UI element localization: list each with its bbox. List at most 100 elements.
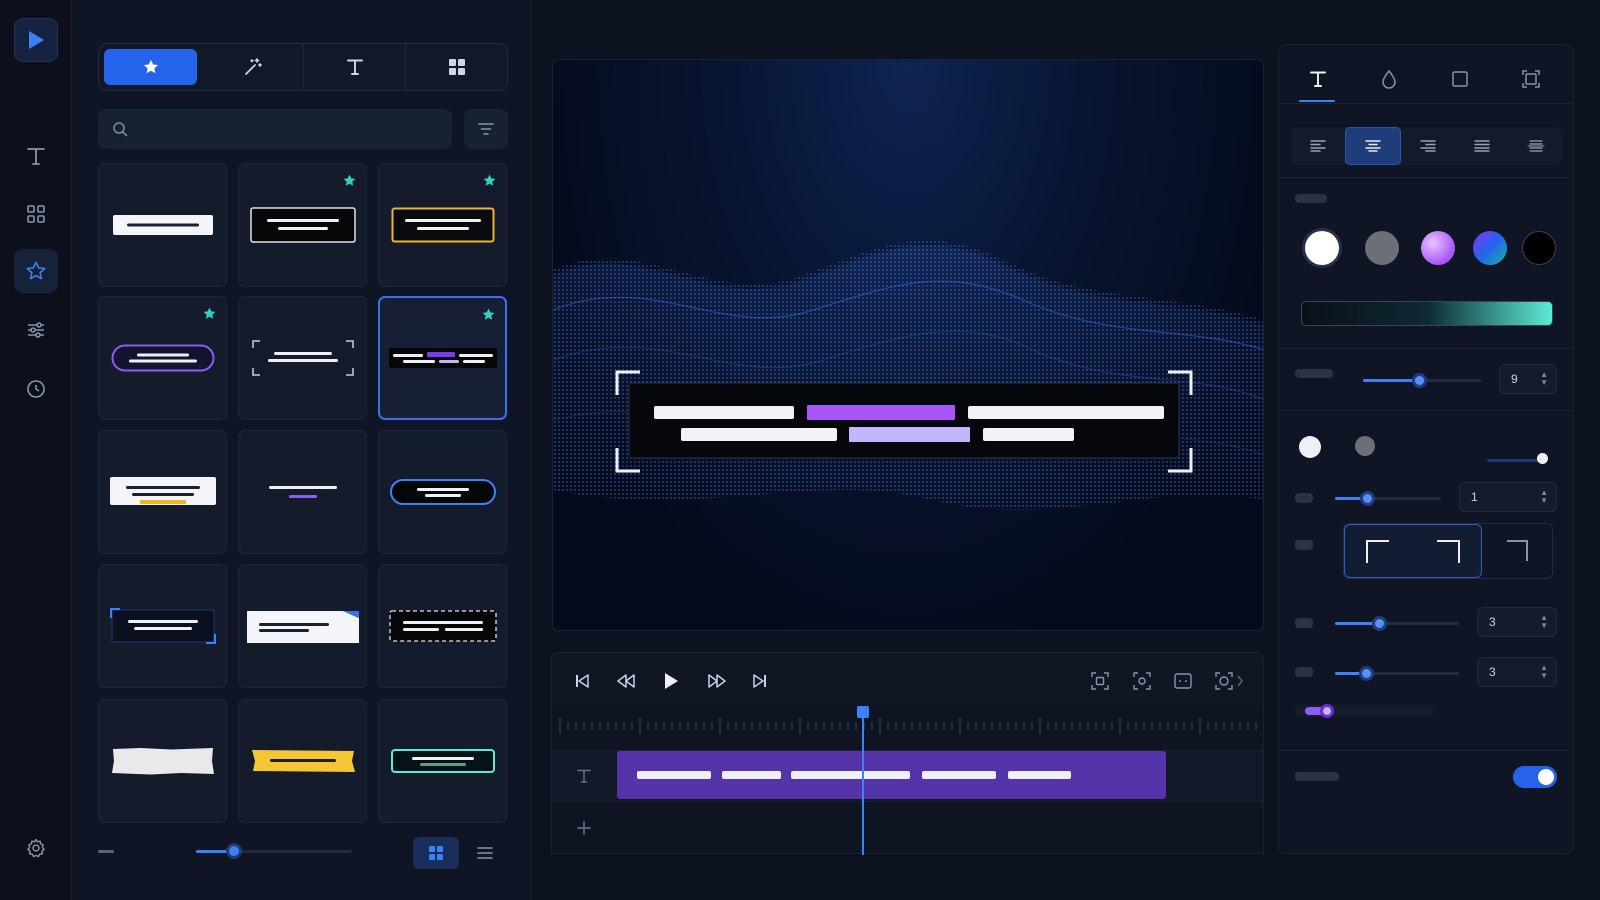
template-card-minimal-line[interactable] xyxy=(238,430,367,554)
grid-tool-icon[interactable] xyxy=(14,192,58,236)
timeline-ruler[interactable] xyxy=(551,708,1265,750)
swatch-gray[interactable] xyxy=(1365,231,1399,265)
lower-third-title[interactable] xyxy=(615,370,1193,473)
thumbnail-zoom-handle[interactable] xyxy=(226,843,242,859)
star-icon xyxy=(143,59,158,74)
template-card-selected-highlight[interactable] xyxy=(378,296,507,420)
animate-toggle[interactable] xyxy=(1513,766,1557,788)
stroke-width-field[interactable]: 1 ▲ ▼ xyxy=(1459,482,1557,512)
clock-tool-icon[interactable] xyxy=(14,367,58,411)
template-card-bracket-frame[interactable] xyxy=(238,296,367,420)
skip-to-end-icon[interactable] xyxy=(746,667,774,695)
filter-button[interactable] xyxy=(464,109,508,149)
fit-frame-icon[interactable] xyxy=(1128,667,1156,695)
text-clip[interactable] xyxy=(617,751,1166,799)
empty-track[interactable] xyxy=(551,802,1264,854)
play-logo-icon[interactable] xyxy=(14,18,58,62)
template-card-purple-pill[interactable] xyxy=(98,296,227,420)
corner-style-brackets[interactable] xyxy=(1344,524,1482,578)
plus-icon xyxy=(577,821,591,835)
inspector-tab-fill[interactable] xyxy=(1371,61,1407,97)
inspector-tab-shape[interactable] xyxy=(1442,61,1478,97)
fast-forward-icon[interactable] xyxy=(703,667,731,695)
stepper-arrows-icon[interactable]: ▲ ▼ xyxy=(1540,614,1548,630)
padding-value-field[interactable]: 3 ▲ ▼ xyxy=(1477,657,1557,687)
stepper-arrows-icon[interactable]: ▲ ▼ xyxy=(1540,371,1548,387)
align-left-icon xyxy=(1310,140,1326,152)
template-card-paper-strip[interactable] xyxy=(98,699,227,823)
stepper-arrows-icon[interactable]: ▲ ▼ xyxy=(1540,664,1548,680)
settings-gear-icon[interactable] xyxy=(14,826,58,870)
favorite-star-icon[interactable] xyxy=(342,173,357,188)
snapshot-icon[interactable] xyxy=(1086,667,1114,695)
inspector-panel: 9 ▲ ▼ 1 ▲ ▼ 3 ▲ ▼ 3 ▲ ▼ xyxy=(1278,44,1574,854)
tab-effects[interactable] xyxy=(202,44,304,90)
template-card-black-box[interactable] xyxy=(238,163,367,287)
intensity-slider-handle[interactable] xyxy=(1320,704,1334,718)
dark-dot-option[interactable] xyxy=(1355,436,1375,456)
swatch-gradient[interactable] xyxy=(1473,231,1507,265)
zoom-out-icon[interactable] xyxy=(98,850,114,853)
spacing-slider-handle[interactable] xyxy=(1372,616,1387,631)
light-dot-option[interactable] xyxy=(1299,436,1321,458)
play-button[interactable] xyxy=(657,667,685,695)
align-left-button[interactable] xyxy=(1291,127,1345,165)
text-wrap-button[interactable] xyxy=(1509,127,1563,165)
corner-style-single[interactable] xyxy=(1482,524,1552,578)
skip-to-start-icon[interactable] xyxy=(568,667,596,695)
align-center-button[interactable] xyxy=(1345,127,1401,165)
swatch-black[interactable] xyxy=(1522,231,1556,265)
video-preview[interactable] xyxy=(552,59,1264,631)
animate-label xyxy=(1295,772,1339,781)
padding-slider-handle[interactable] xyxy=(1359,666,1374,681)
playhead-handle[interactable] xyxy=(857,706,869,718)
playhead[interactable] xyxy=(862,710,864,855)
list-icon xyxy=(477,847,493,859)
sliders-tool-icon[interactable] xyxy=(14,308,58,352)
template-search[interactable] xyxy=(98,109,452,149)
tab-favorites[interactable] xyxy=(104,49,197,85)
chevron-right-icon[interactable] xyxy=(1232,667,1248,695)
aspect-ratio-icon[interactable] xyxy=(1169,667,1197,695)
template-card-white-bar[interactable] xyxy=(98,163,227,287)
swatch-purple[interactable] xyxy=(1421,231,1455,265)
spacing-value-field[interactable]: 3 ▲ ▼ xyxy=(1477,607,1557,637)
favorites-tool-icon[interactable] xyxy=(14,249,58,293)
template-card-glow-pill[interactable] xyxy=(378,430,507,554)
template-card-dashed-frame[interactable] xyxy=(378,564,507,688)
grid-view-button[interactable] xyxy=(413,837,459,869)
align-justify-button[interactable] xyxy=(1455,127,1509,165)
favorite-star-icon[interactable] xyxy=(482,173,497,188)
template-card-gold-box[interactable] xyxy=(378,163,507,287)
shadow-value-field[interactable]: 9 ▲ ▼ xyxy=(1499,364,1557,394)
text-tool-icon[interactable] xyxy=(14,134,58,178)
search-input[interactable] xyxy=(138,121,438,137)
stroke-width-handle[interactable] xyxy=(1360,491,1375,506)
swatch-white[interactable] xyxy=(1305,231,1339,265)
opacity-slider-handle[interactable] xyxy=(1537,453,1548,464)
gradient-bar[interactable] xyxy=(1301,301,1553,326)
template-card-white-gold-underline[interactable] xyxy=(98,430,227,554)
favorite-star-icon[interactable] xyxy=(481,307,496,322)
stepper-arrows-icon[interactable]: ▲ ▼ xyxy=(1540,489,1548,505)
tab-text[interactable] xyxy=(304,44,406,90)
template-card-yellow-highlighter[interactable] xyxy=(238,699,367,823)
shadow-slider-handle[interactable] xyxy=(1412,373,1427,388)
magic-wand-icon xyxy=(244,58,262,75)
shadow-value: 9 xyxy=(1511,372,1518,386)
rewind-icon[interactable] xyxy=(612,667,640,695)
add-track-button[interactable] xyxy=(552,802,616,854)
clip-text-segment xyxy=(722,771,781,779)
template-card-white-tab[interactable] xyxy=(238,564,367,688)
tab-layouts[interactable] xyxy=(406,44,507,90)
particle-wave-background xyxy=(553,60,1263,630)
stroke-label xyxy=(1295,493,1313,503)
shadow-label xyxy=(1295,369,1333,378)
list-view-button[interactable] xyxy=(462,837,508,869)
template-card-neon-cyan[interactable] xyxy=(378,699,507,823)
align-right-button[interactable] xyxy=(1401,127,1455,165)
favorite-star-icon[interactable] xyxy=(202,306,217,321)
inspector-tab-text[interactable] xyxy=(1300,61,1336,97)
template-card-blue-corner-frame[interactable] xyxy=(98,564,227,688)
inspector-tab-frame[interactable] xyxy=(1513,61,1549,97)
